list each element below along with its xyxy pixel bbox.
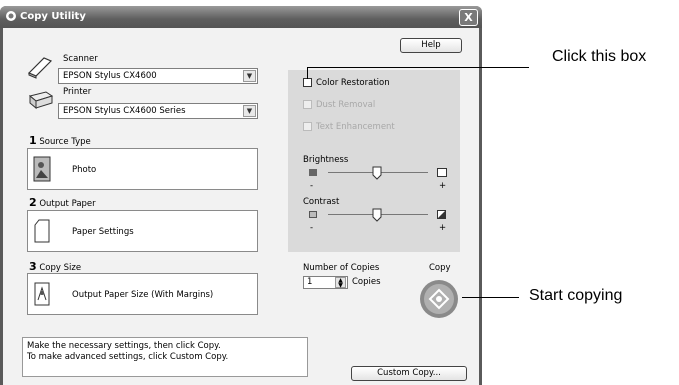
dust-removal-checkbox xyxy=(303,100,312,109)
copy-size-button[interactable]: Output Paper Size (With Margins) xyxy=(27,273,258,315)
output-paper-value: Paper Settings xyxy=(72,227,134,237)
copy-size-value: Output Paper Size (With Margins) xyxy=(72,290,214,300)
printer-select[interactable]: EPSON Stylus CX4600 Series ▼ xyxy=(58,103,258,119)
brightness-plus: + xyxy=(439,181,447,191)
window-title: Copy Utility xyxy=(20,11,86,22)
brightness-label: Brightness xyxy=(303,155,349,165)
color-restoration-label[interactable]: Color Restoration xyxy=(316,78,390,88)
source-type-heading: 1 Source Type xyxy=(29,134,91,147)
printer-icon xyxy=(28,91,54,110)
custom-copy-button[interactable]: Custom Copy... xyxy=(351,366,467,381)
source-type-label: Source Type xyxy=(39,137,91,147)
copy-size-icon xyxy=(34,282,50,306)
callout-leader-line xyxy=(462,297,519,298)
text-enhancement-checkbox xyxy=(303,122,312,131)
status-line-1: Make the necessary settings, then click … xyxy=(27,341,221,351)
help-button[interactable]: Help xyxy=(400,38,462,53)
brightness-slider-thumb[interactable] xyxy=(372,166,382,180)
scanner-label: Scanner xyxy=(63,54,98,64)
output-paper-label: Output Paper xyxy=(39,199,96,209)
contrast-plus: + xyxy=(439,223,447,233)
scanner-select-value: EPSON Stylus CX4600 xyxy=(63,71,157,81)
light-square-icon xyxy=(437,168,447,177)
copy-button[interactable] xyxy=(418,279,460,319)
scanner-icon xyxy=(27,57,53,79)
source-type-value: Photo xyxy=(72,165,97,175)
copies-label: Number of Copies xyxy=(303,263,380,273)
dark-square-icon xyxy=(309,169,317,176)
copies-value: 1 xyxy=(307,277,313,287)
photo-icon xyxy=(33,156,51,182)
status-line-2: To make advanced settings, click Custom … xyxy=(27,352,229,362)
output-paper-button[interactable]: Paper Settings xyxy=(27,210,258,252)
source-type-button[interactable]: Photo xyxy=(27,148,258,190)
printer-select-value: EPSON Stylus CX4600 Series xyxy=(63,106,186,116)
chevron-down-icon[interactable]: ▼ xyxy=(243,105,256,117)
high-contrast-icon xyxy=(437,210,446,219)
contrast-minus: - xyxy=(310,223,314,233)
output-paper-heading: 2 Output Paper xyxy=(29,196,96,209)
copies-unit-label: Copies xyxy=(352,277,381,287)
step-number: 1 xyxy=(29,134,37,147)
app-icon xyxy=(6,11,16,21)
chevron-down-icon[interactable]: ▼ xyxy=(243,70,256,82)
callout-click-box: Click this box xyxy=(552,48,647,65)
callout-leader-line xyxy=(307,67,529,68)
paper-icon xyxy=(34,219,50,243)
dust-removal-label: Dust Removal xyxy=(316,100,376,110)
brightness-minus: - xyxy=(310,181,314,191)
status-message-box: Make the necessary settings, then click … xyxy=(22,337,308,377)
callout-start-copying: Start copying xyxy=(529,287,623,304)
copy-size-heading: 3 Copy Size xyxy=(29,260,81,273)
callout-leader-vertical xyxy=(307,67,308,79)
copy-size-label: Copy Size xyxy=(39,263,82,273)
color-restoration-checkbox[interactable] xyxy=(303,78,312,87)
contrast-slider-thumb[interactable] xyxy=(372,208,382,222)
contrast-label: Contrast xyxy=(303,197,340,207)
copies-stepper[interactable]: ▲ ▼ xyxy=(335,277,346,289)
copy-button-label: Copy xyxy=(429,263,451,273)
scanner-select[interactable]: EPSON Stylus CX4600 ▼ xyxy=(58,68,258,84)
step-number: 3 xyxy=(29,260,37,273)
close-button[interactable]: X xyxy=(459,9,478,26)
printer-label: Printer xyxy=(63,87,92,97)
text-enhancement-label: Text Enhancement xyxy=(316,122,395,132)
low-contrast-icon xyxy=(309,211,317,218)
step-number: 2 xyxy=(29,196,37,209)
